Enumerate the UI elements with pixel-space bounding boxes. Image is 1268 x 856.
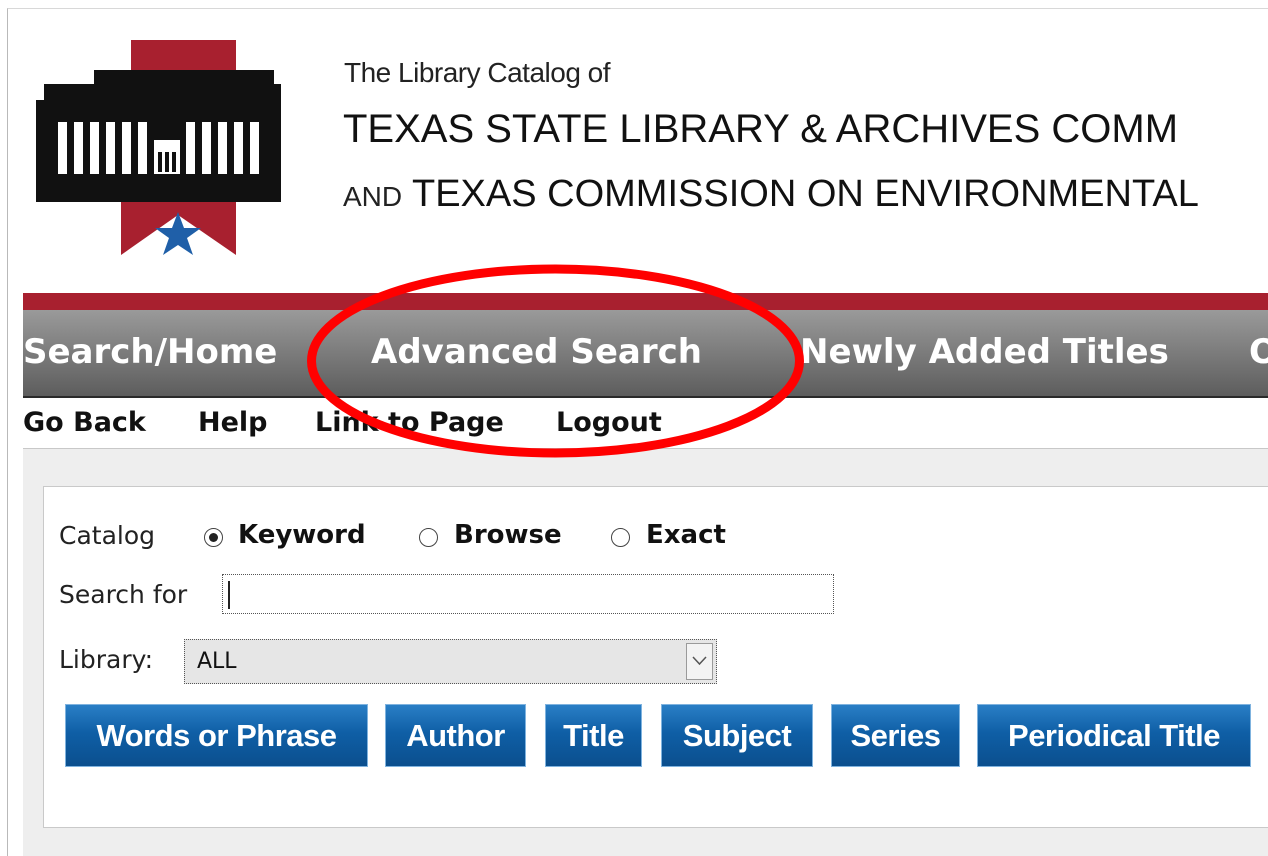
logout-link[interactable]: Logout (556, 407, 662, 438)
nav-more[interactable]: O (1249, 332, 1268, 372)
agency-title-line2: AND TEXAS COMMISSION ON ENVIRONMENTAL (343, 173, 1199, 216)
search-input[interactable] (222, 574, 834, 614)
search-panel: Catalog Keyword Browse Exact Search for … (43, 486, 1268, 828)
help-link[interactable]: Help (198, 407, 268, 438)
library-select[interactable]: ALL (184, 639, 717, 684)
exact-radio-label[interactable]: Exact (646, 520, 726, 550)
nav-advanced-search[interactable]: Advanced Search (371, 332, 702, 372)
text-caret (228, 581, 230, 609)
subject-button[interactable]: Subject (661, 704, 813, 767)
series-button[interactable]: Series (831, 704, 960, 767)
words-or-phrase-button[interactable]: Words or Phrase (65, 704, 368, 767)
browse-radio-label[interactable]: Browse (454, 520, 562, 550)
keyword-radio[interactable] (204, 528, 223, 547)
library-select-value: ALL (197, 649, 237, 674)
search-for-label: Search for (59, 580, 188, 609)
chevron-down-icon (692, 656, 707, 666)
main-nav: Search/Home Advanced Search Newly Added … (23, 310, 1268, 398)
brand-red-bar (23, 293, 1268, 310)
catalog-of-text: The Library Catalog of (344, 57, 611, 88)
agency-title-line1: TEXAS STATE LIBRARY & ARCHIVES COMM (343, 107, 1179, 151)
and-text: AND (343, 181, 403, 212)
catalog-label: Catalog (59, 521, 156, 550)
nav-newly-added-titles[interactable]: Newly Added Titles (800, 332, 1169, 372)
periodical-title-button[interactable]: Periodical Title (977, 704, 1251, 767)
go-back-link[interactable]: Go Back (23, 407, 146, 438)
library-building-logo (36, 40, 281, 255)
agency-title-line2-rest: TEXAS COMMISSION ON ENVIRONMENTAL (412, 173, 1199, 215)
select-arrow-button[interactable] (686, 643, 713, 680)
library-label: Library: (59, 645, 154, 674)
nav-search-home[interactable]: Search/Home (23, 332, 277, 372)
exact-radio[interactable] (611, 528, 630, 547)
sub-nav: Go Back Help Link to Page Logout (23, 398, 1268, 449)
page-frame: The Library Catalog of TEXAS STATE LIBRA… (7, 8, 1268, 856)
author-button[interactable]: Author (385, 704, 526, 767)
link-to-page-link[interactable]: Link to Page (315, 407, 504, 438)
keyword-radio-label[interactable]: Keyword (238, 520, 366, 550)
browse-radio[interactable] (419, 528, 438, 547)
title-button[interactable]: Title (545, 704, 642, 767)
